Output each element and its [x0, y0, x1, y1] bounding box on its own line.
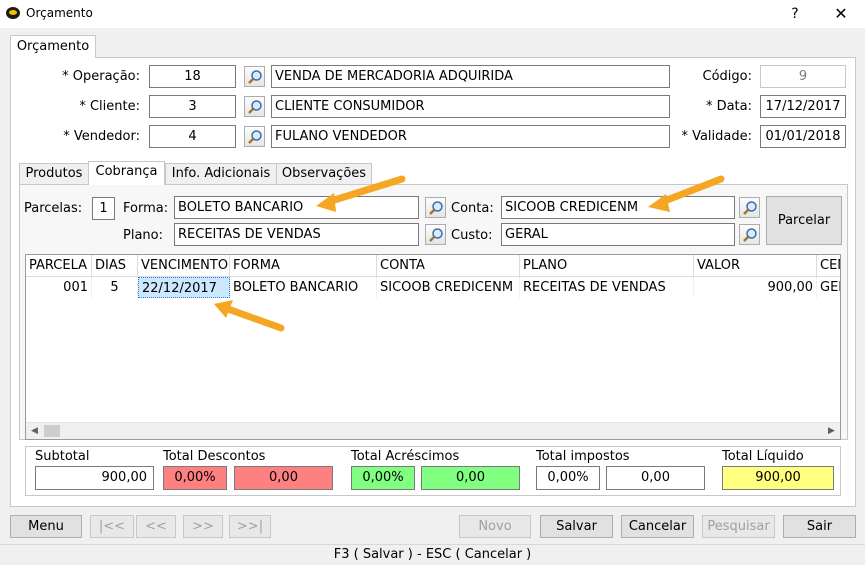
arrow-icon — [316, 175, 406, 212]
annotation-arrows — [214, 175, 725, 332]
arrow-icon — [648, 175, 725, 212]
arrow-icon — [214, 300, 285, 332]
tab-orcamento[interactable]: Orçamento — [10, 35, 96, 58]
tab-cobranca[interactable]: Cobrança — [88, 161, 165, 185]
